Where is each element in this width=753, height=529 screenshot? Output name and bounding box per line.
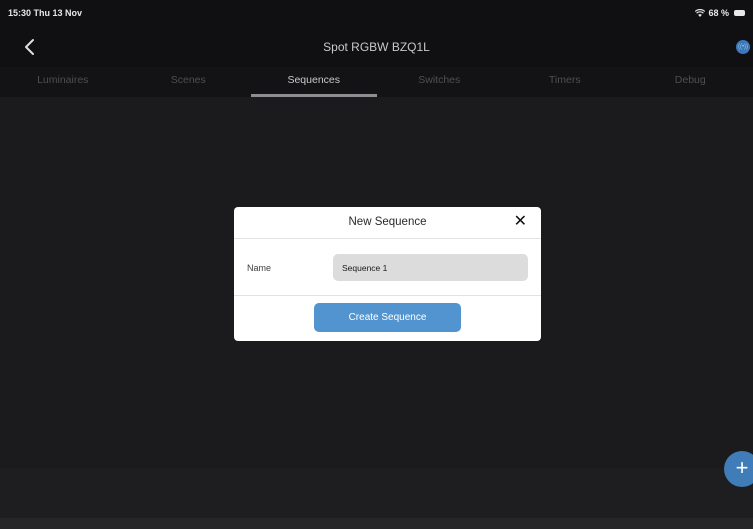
wifi-icon bbox=[695, 9, 706, 17]
tab-debug[interactable]: Debug bbox=[628, 67, 753, 97]
dialog-header: New Sequence ✕ bbox=[234, 207, 541, 239]
tab-scenes[interactable]: Scenes bbox=[126, 67, 252, 97]
close-icon[interactable]: ✕ bbox=[514, 213, 527, 231]
plus-icon: + bbox=[735, 455, 749, 480]
battery-percent: 68 % bbox=[708, 8, 729, 18]
status-indicators: 68 % bbox=[695, 8, 745, 18]
tab-timers[interactable]: Timers bbox=[502, 67, 628, 97]
tab-luminaires[interactable]: Luminaires bbox=[0, 67, 126, 97]
new-sequence-dialog: New Sequence ✕ Name Create Sequence bbox=[234, 207, 541, 341]
status-time: 15:30 Thu 13 Nov bbox=[8, 8, 83, 18]
battery-icon bbox=[734, 10, 745, 16]
name-field-label: Name bbox=[247, 263, 272, 273]
dialog-divider bbox=[234, 295, 541, 296]
page-title: Spot RGBW BZQ1L bbox=[323, 40, 430, 54]
tab-switches[interactable]: Switches bbox=[377, 67, 503, 97]
home-indicator-area bbox=[0, 518, 753, 529]
tab-bar: Luminaires Scenes Sequences Switches Tim… bbox=[0, 67, 753, 97]
create-sequence-button[interactable]: Create Sequence bbox=[314, 303, 461, 332]
nav-bar: Spot RGBW BZQ1L ((•)) bbox=[0, 28, 753, 67]
status-bar: 15:30 Thu 13 Nov 68 % bbox=[0, 0, 753, 28]
network-icon[interactable]: ((•)) bbox=[736, 40, 750, 54]
bottom-toolbar bbox=[0, 468, 753, 518]
add-sequence-button[interactable]: + bbox=[724, 451, 753, 487]
sequence-name-input[interactable] bbox=[333, 254, 528, 281]
tab-sequences[interactable]: Sequences bbox=[251, 67, 377, 97]
dialog-title: New Sequence bbox=[348, 216, 427, 228]
app-screen: 15:30 Thu 13 Nov 68 % Spot RGBW BZQ1L ((… bbox=[0, 0, 753, 529]
